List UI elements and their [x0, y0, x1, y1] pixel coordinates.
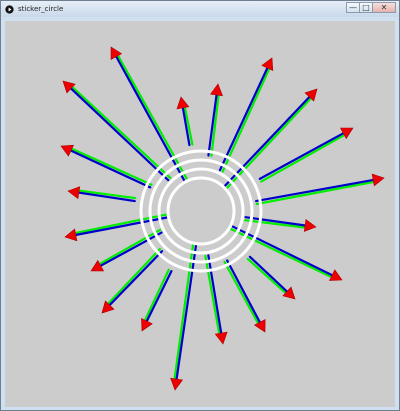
sketch-canvas[interactable] — [5, 21, 395, 407]
close-icon: ✕ — [380, 3, 388, 12]
arrow-shadow-line — [69, 83, 172, 180]
arrow-line — [175, 243, 198, 384]
arrow-shadow-line — [221, 64, 272, 173]
arrow-line — [255, 178, 378, 203]
minimize-icon: — — [349, 3, 357, 12]
arrow-shadow-line — [255, 180, 378, 206]
arrow-shadow-line — [260, 132, 349, 183]
title-bar[interactable]: sticker_circle — □ ✕ — [1, 1, 399, 17]
play-circle-icon — [4, 4, 15, 15]
arrow-line — [218, 64, 270, 172]
arrow-line — [144, 270, 173, 325]
close-button[interactable]: ✕ — [372, 2, 396, 13]
arrow-head-icon — [371, 173, 385, 187]
ring-1 — [166, 176, 236, 246]
arrow-head-icon — [170, 377, 184, 391]
arrow-head-icon — [210, 83, 223, 97]
window-title: sticker_circle — [18, 5, 64, 13]
arrow-head-icon — [176, 96, 190, 110]
arrow-line — [226, 259, 263, 327]
minimize-button[interactable]: — — [346, 2, 359, 13]
arrow-head-icon — [64, 228, 78, 242]
arrow-head-icon — [214, 331, 228, 345]
arrow-line — [67, 148, 152, 189]
maximize-icon: □ — [362, 3, 370, 12]
arrow-shadow-line — [246, 257, 289, 297]
arrow-line — [67, 85, 170, 182]
ring-3 — [148, 158, 254, 264]
window-controls: — □ ✕ — [346, 2, 396, 13]
maximize-button[interactable]: □ — [359, 2, 372, 13]
app-window: sticker_circle — □ ✕ — [0, 0, 400, 411]
arrow-head-icon — [67, 186, 81, 200]
arrow-line — [106, 250, 164, 309]
sticker-circle-drawing — [60, 46, 385, 391]
arrow-line — [248, 255, 291, 295]
arrow-head-icon — [303, 218, 317, 232]
ring-2 — [157, 167, 245, 255]
arrow-shadow-line — [223, 260, 261, 327]
arrows-group — [60, 46, 385, 391]
arrow-shadow-line — [142, 268, 170, 325]
rings-group — [139, 149, 263, 273]
